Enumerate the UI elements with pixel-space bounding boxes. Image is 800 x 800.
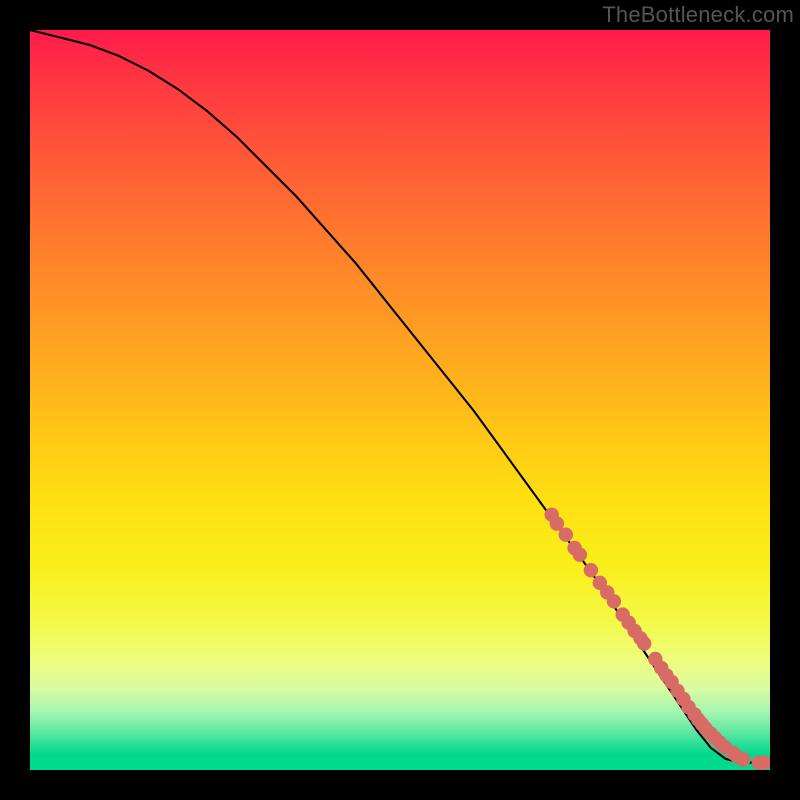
dot — [736, 752, 750, 766]
highlight-dots — [545, 508, 771, 770]
dot — [573, 548, 587, 562]
chart-frame: TheBottleneck.com — [0, 0, 800, 800]
main-curve — [30, 30, 770, 763]
plot-area — [30, 30, 770, 770]
attribution-label: TheBottleneck.com — [602, 2, 794, 28]
plot-overlay — [30, 30, 770, 770]
dot — [607, 594, 621, 608]
dot — [637, 636, 651, 650]
dot — [559, 528, 573, 542]
dot — [584, 563, 598, 577]
